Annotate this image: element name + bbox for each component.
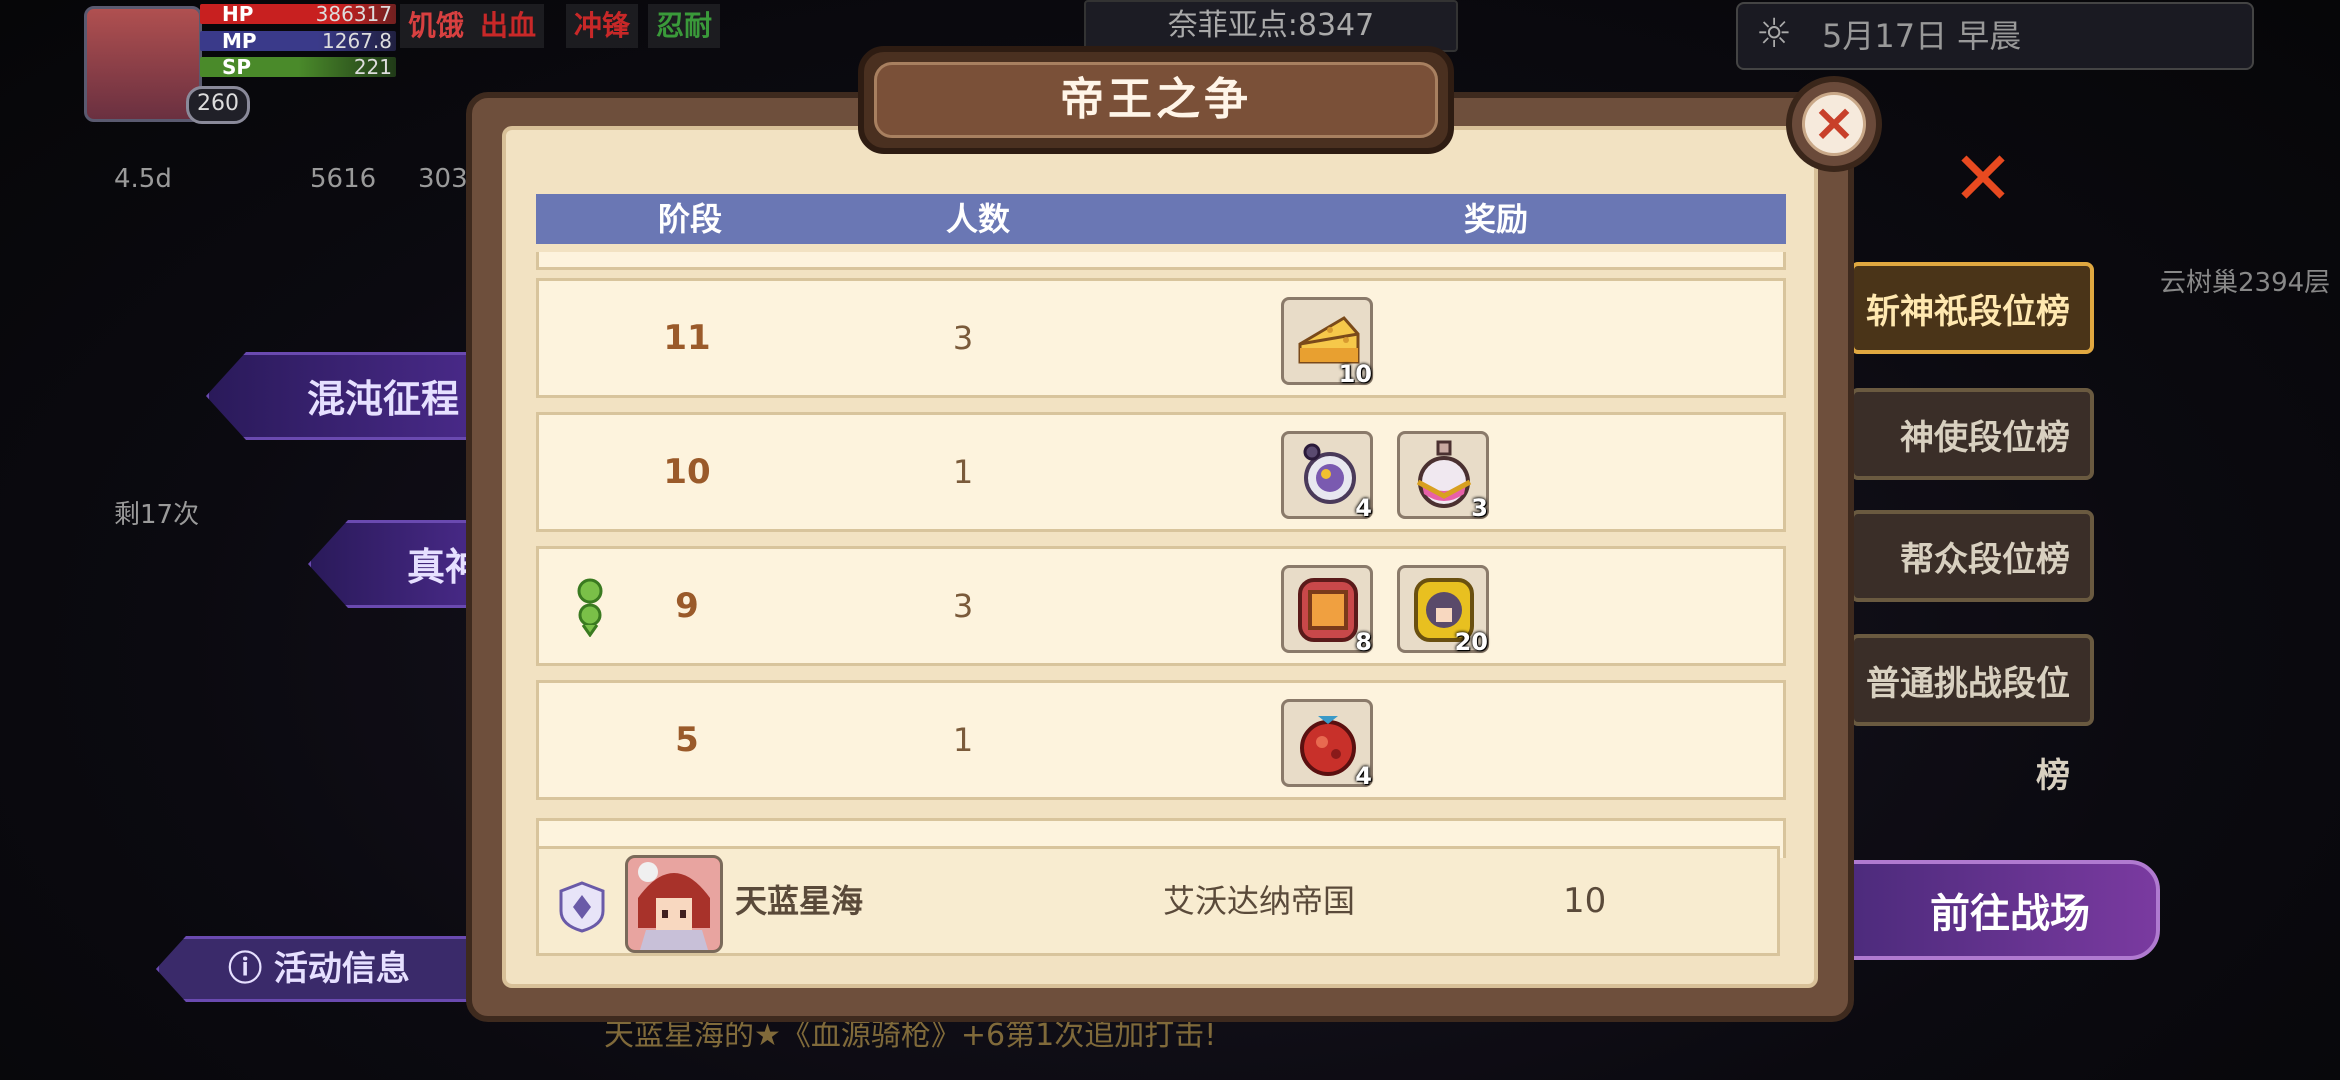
- reward-item[interactable]: 8: [1281, 565, 1373, 656]
- chaos-campaign-banner[interactable]: 混沌征程: [206, 352, 486, 440]
- resource-value: 303: [418, 164, 468, 194]
- status-tag: 出血: [472, 4, 545, 48]
- reward-count: 10: [1338, 360, 1372, 388]
- header-reward: 奖励: [1464, 200, 1529, 238]
- tab-gang-rank[interactable]: 帮众段位榜: [1850, 510, 2094, 602]
- frame-token-icon: [1292, 572, 1364, 644]
- sp-bar: SP 221: [200, 57, 396, 77]
- row-partial-top: [536, 252, 1786, 270]
- count-cell: 1: [952, 721, 974, 759]
- status-tag: 饥饿: [400, 4, 473, 48]
- stage-cell: 11: [663, 318, 711, 358]
- player-avatar[interactable]: [84, 6, 202, 122]
- stage-cell: 5: [675, 720, 699, 760]
- table-row: 11 3 10: [536, 278, 1786, 398]
- stage-cell: 9: [675, 586, 699, 626]
- sun-icon: ☼: [1756, 11, 1792, 57]
- pink-potion-icon: [1408, 438, 1480, 510]
- shield-icon: [559, 881, 605, 933]
- tab-god-rank[interactable]: 斩神祇段位榜: [1850, 262, 2094, 354]
- resource-value: 5616: [310, 164, 377, 194]
- reward-item[interactable]: 20: [1397, 565, 1489, 656]
- player-level: 260: [186, 86, 250, 124]
- hp-bar: HP 386317: [200, 4, 396, 24]
- player-nation: 艾沃达纳帝国: [1163, 882, 1356, 920]
- event-info-button[interactable]: ⓘ 活动信息: [156, 936, 482, 1002]
- reward-count: 3: [1471, 494, 1488, 522]
- reward-count: 20: [1454, 628, 1488, 656]
- stage-cell: 10: [663, 452, 711, 492]
- player-rank-row: 天蓝星海 艾沃达纳帝国 10: [536, 846, 1780, 956]
- reward-item[interactable]: 10: [1281, 297, 1373, 388]
- gem-ring-icon: [1292, 438, 1364, 510]
- count-cell: 1: [952, 453, 974, 491]
- reward-item[interactable]: 4: [1281, 431, 1373, 522]
- resource-value: 4.5d: [114, 164, 172, 194]
- go-battlefield-button[interactable]: 前往战场: [1830, 860, 2160, 960]
- count-cell: 3: [952, 587, 974, 625]
- player-portrait: [625, 855, 723, 953]
- reward-item[interactable]: 3: [1397, 431, 1489, 522]
- mp-bar: MP 1267.8: [200, 31, 396, 51]
- tab-normal-rank[interactable]: 普通挑战段位榜: [1850, 634, 2094, 796]
- date-display: ☼ 5月17日 早晨: [1736, 2, 2254, 70]
- player-stage: 10: [1563, 881, 1607, 921]
- header-stage: 阶段: [658, 200, 723, 238]
- close-icon: ×: [1802, 92, 1866, 156]
- reward-count: 4: [1355, 494, 1372, 522]
- table-row: 5 1 4: [536, 680, 1786, 800]
- table-header: 阶段 人数 奖励: [536, 194, 1786, 244]
- close-icon[interactable]: ✕: [1946, 142, 2020, 216]
- status-tag: 冲锋: [566, 4, 639, 48]
- currency-display: 奈菲亚点:8347: [1084, 0, 1458, 52]
- location-pin-icon: [575, 577, 605, 638]
- dialog-title: 帝王之争: [1060, 74, 1252, 125]
- remaining-count: 剩17次: [114, 500, 200, 530]
- player-name: 天蓝星海: [735, 882, 864, 920]
- reward-count: 8: [1355, 628, 1372, 656]
- table-row: 9 3 8 20: [536, 546, 1786, 666]
- tree-floor-text: 云树巢2394层: [2160, 268, 2331, 298]
- tab-envoy-rank[interactable]: 神使段位榜: [1850, 388, 2094, 480]
- table-row: 10 1 4 3: [536, 412, 1786, 532]
- header-count: 人数: [946, 200, 1011, 238]
- reward-count: 4: [1355, 762, 1372, 790]
- close-button[interactable]: ×: [1786, 76, 1882, 172]
- reward-item[interactable]: 4: [1281, 699, 1373, 790]
- status-tag: 忍耐: [648, 4, 721, 48]
- count-cell: 3: [952, 319, 974, 357]
- red-fruit-icon: [1292, 706, 1364, 778]
- info-icon: ⓘ: [228, 949, 274, 989]
